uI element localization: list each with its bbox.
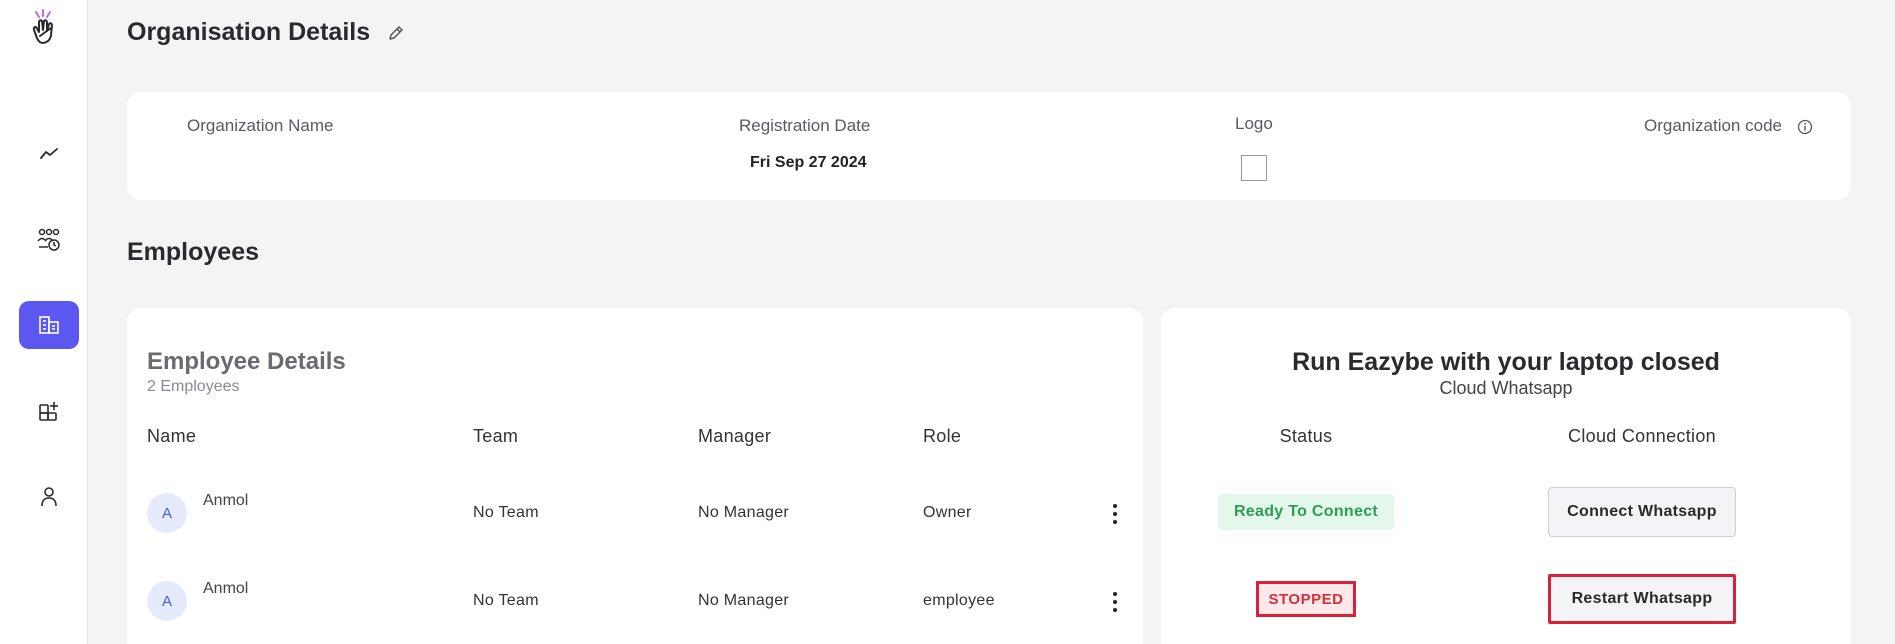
column-header-status: Status xyxy=(1279,426,1333,446)
employee-details-title: Employee Details xyxy=(147,348,346,375)
user-icon xyxy=(41,487,57,507)
employee-team: No Team xyxy=(473,504,539,521)
cloud-card-title: Run Eazybe with your laptop closed xyxy=(1292,348,1720,376)
team-icon xyxy=(37,228,60,251)
row-menu-icon[interactable] xyxy=(1112,504,1118,524)
sidebar-item-analytics[interactable] xyxy=(19,130,79,178)
org-code-label: Organization code xyxy=(1644,116,1813,136)
avatar: A xyxy=(147,493,187,533)
add-widget-icon xyxy=(39,402,58,421)
column-header-cloud-connection: Cloud Connection xyxy=(1568,426,1716,446)
status-badge-stopped: STOPPED xyxy=(1256,581,1356,617)
sidebar xyxy=(0,0,88,644)
logo-upload-box[interactable] xyxy=(1241,155,1267,181)
pencil-icon[interactable] xyxy=(386,23,406,43)
employees-section-title: Employees xyxy=(127,238,260,266)
employee-name: Anmol xyxy=(203,492,249,509)
page-title-text: Organisation Details xyxy=(127,18,371,46)
org-code-label-text: Organization code xyxy=(1644,116,1782,135)
status-badge-ready: Ready To Connect xyxy=(1218,494,1394,530)
logo-label: Logo xyxy=(1235,114,1273,133)
employee-team: No Team xyxy=(473,592,539,609)
employee-count: 2 Employees xyxy=(147,378,240,395)
employee-role: Owner xyxy=(923,504,972,521)
logo-hand-icon[interactable] xyxy=(26,8,62,48)
row-menu-icon[interactable] xyxy=(1112,592,1118,612)
avatar: A xyxy=(147,581,187,621)
employee-manager: No Manager xyxy=(698,504,790,521)
employee-details-card: Employee Details 2 Employees Name Team M… xyxy=(127,308,1143,644)
cloud-whatsapp-card: Run Eazybe with your laptop closed Cloud… xyxy=(1161,308,1851,644)
connect-whatsapp-button[interactable]: Connect Whatsapp xyxy=(1548,487,1736,537)
sidebar-item-organisation[interactable] xyxy=(19,301,79,349)
restart-whatsapp-button[interactable]: Restart Whatsapp xyxy=(1548,574,1736,624)
sidebar-item-teams[interactable] xyxy=(19,215,79,263)
info-icon[interactable] xyxy=(1797,119,1813,135)
employee-role: employee xyxy=(923,592,995,609)
page-title: Organisation Details xyxy=(127,18,406,47)
employee-manager: No Manager xyxy=(698,592,790,609)
registration-date-label: Registration Date xyxy=(739,116,871,135)
org-name-label: Organization Name xyxy=(187,116,334,135)
sidebar-item-profile[interactable] xyxy=(19,473,79,521)
organisation-card: Organization Name Registration Date Logo… xyxy=(127,92,1851,200)
column-header-role: Role xyxy=(923,426,962,446)
registration-date-value: Fri Sep 27 2024 xyxy=(750,154,867,171)
cloud-card-subtitle: Cloud Whatsapp xyxy=(1439,378,1573,398)
column-header-name: Name xyxy=(147,426,197,446)
building-icon xyxy=(39,316,59,334)
employee-name: Anmol xyxy=(203,580,249,597)
sidebar-item-integrations[interactable] xyxy=(19,387,79,435)
trend-icon xyxy=(40,148,58,159)
column-header-team: Team xyxy=(473,426,519,446)
column-header-manager: Manager xyxy=(698,426,772,446)
